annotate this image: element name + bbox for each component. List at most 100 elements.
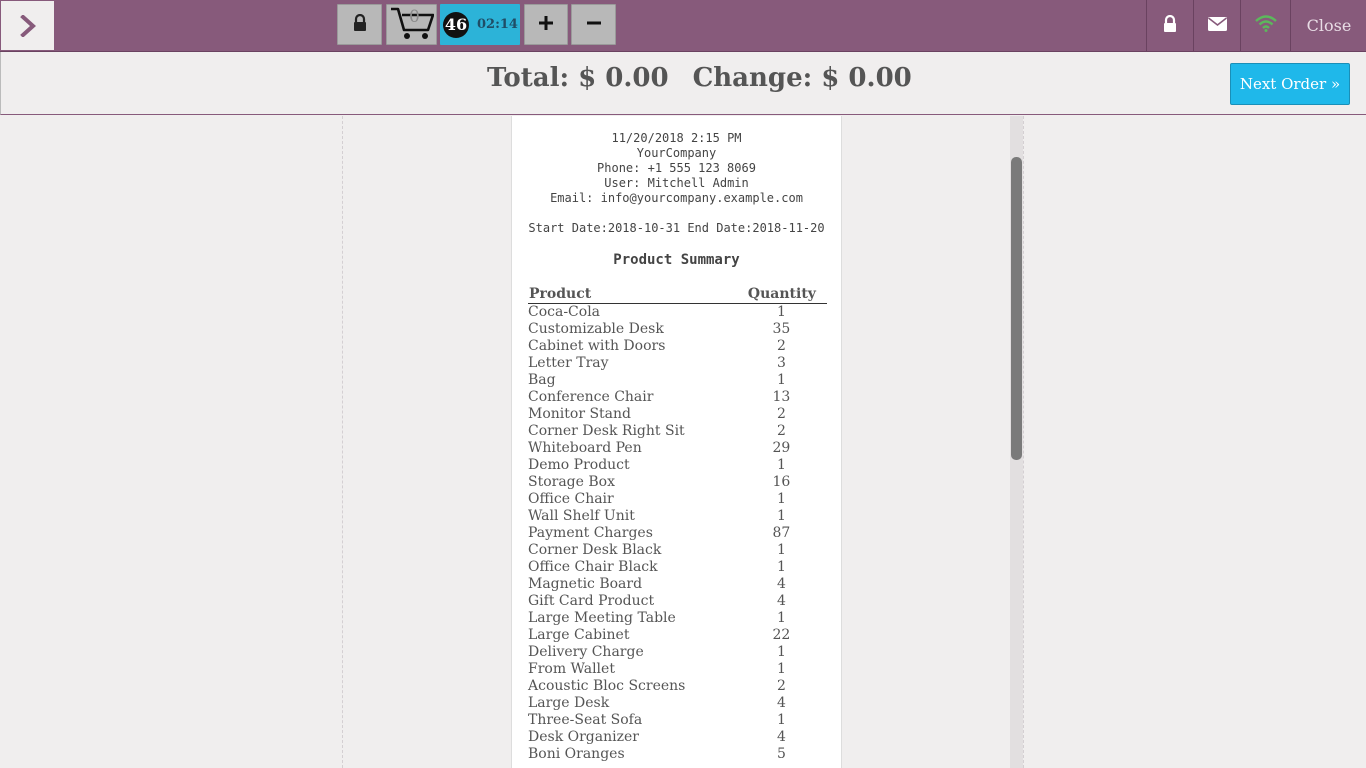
- product-name: Letter Tray: [528, 355, 609, 371]
- receipt-phone: Phone: +1 555 123 8069: [597, 161, 756, 175]
- product-name: Boni Oranges: [528, 746, 625, 762]
- lock-icon: [1162, 14, 1178, 37]
- product-name: Corner Desk Right Sit: [528, 423, 685, 439]
- close-button[interactable]: Close: [1290, 0, 1366, 51]
- envelope-icon: [1207, 16, 1227, 35]
- product-quantity: 87: [772, 525, 791, 541]
- pos-topbar: 0 46 02:14 Close: [0, 0, 1366, 52]
- total-amount: Total: $ 0.00: [487, 63, 669, 93]
- product-name: Wall Shelf Unit: [528, 508, 635, 524]
- product-name: Corner Desk Black: [528, 542, 662, 558]
- product-name: Magnetic Board: [528, 576, 643, 592]
- product-name: Large Meeting Table: [528, 610, 676, 626]
- order-tab-button[interactable]: 46 02:14: [440, 4, 520, 45]
- product-quantity: 2: [776, 406, 786, 422]
- table-row: From Wallet 1: [528, 661, 827, 678]
- product-quantity: 1: [776, 542, 786, 558]
- divider: [342, 116, 343, 768]
- product-quantity: 1: [776, 644, 786, 660]
- product-quantity: 5: [776, 746, 786, 762]
- delete-order-button[interactable]: [571, 4, 616, 45]
- product-quantity: 3: [776, 355, 786, 371]
- product-quantity: 2: [776, 423, 786, 439]
- table-row: Monitor Stand 2: [528, 406, 827, 423]
- product-quantity: 1: [776, 508, 786, 524]
- divider: [1023, 116, 1024, 768]
- product-quantity: 1: [776, 661, 786, 677]
- table-row: Bag 1: [528, 372, 827, 389]
- column-header-product: Product: [528, 286, 736, 304]
- order-number-badge: 46: [443, 11, 469, 38]
- product-name: Bag: [528, 372, 556, 388]
- receipt-screen: 11/20/2018 2:15 PM YourCompany Phone: +1…: [0, 116, 1366, 768]
- product-name: Acoustic Bloc Screens: [528, 678, 686, 694]
- product-quantity: 22: [772, 627, 791, 643]
- table-row: Office Chair Black 1: [528, 559, 827, 576]
- table-row: Large Meeting Table 1: [528, 610, 827, 627]
- receipt-header: 11/20/2018 2:15 PM YourCompany Phone: +1…: [512, 131, 841, 206]
- product-quantity: 1: [776, 457, 786, 473]
- table-row: Large Desk 4: [528, 695, 827, 712]
- table-row: Corner Desk Black 1: [528, 542, 827, 559]
- product-summary-table: Product Quantity Coca-Cola 1 Customizable …: [528, 286, 827, 763]
- product-quantity: 4: [776, 576, 786, 592]
- table-row: Acoustic Bloc Screens 2: [528, 678, 827, 695]
- table-row: Three-Seat Sofa 1: [528, 712, 827, 729]
- table-row: Boni Oranges 5: [528, 746, 827, 763]
- product-name: Cabinet with Doors: [528, 338, 666, 354]
- receipt-company: YourCompany: [636, 146, 717, 160]
- cart-count: 0: [409, 7, 420, 27]
- product-quantity: 1: [776, 712, 786, 728]
- order-time: 02:14: [477, 17, 518, 32]
- next-order-button[interactable]: Next Order »: [1230, 63, 1350, 105]
- product-name: Desk Organizer: [528, 729, 639, 745]
- cart-button[interactable]: 0: [386, 4, 437, 45]
- product-name: Customizable Desk: [528, 321, 664, 337]
- product-quantity: 1: [776, 610, 786, 626]
- table-row: Office Chair 1: [528, 491, 827, 508]
- product-quantity: 4: [776, 729, 786, 745]
- messages-button[interactable]: [1193, 0, 1240, 51]
- column-header-quantity: Quantity: [735, 286, 827, 304]
- lock-screen-button[interactable]: [1146, 0, 1193, 51]
- product-quantity: 2: [776, 678, 786, 694]
- plus-icon: [538, 15, 554, 35]
- lock-icon: [352, 13, 368, 36]
- table-row: Demo Product 1: [528, 457, 827, 474]
- product-name: Delivery Charge: [528, 644, 644, 660]
- product-quantity: 2: [776, 338, 786, 354]
- table-row: Storage Box 16: [528, 474, 827, 491]
- product-quantity: 16: [772, 474, 791, 490]
- menu-toggle-button[interactable]: [1, 1, 54, 50]
- wifi-icon: [1254, 15, 1277, 36]
- product-name: Whiteboard Pen: [528, 440, 642, 456]
- table-row: Customizable Desk 35: [528, 321, 827, 338]
- product-quantity: 1: [776, 304, 786, 320]
- chevron-right-icon: [19, 14, 36, 37]
- table-row: Corner Desk Right Sit 2: [528, 423, 827, 440]
- lock-button[interactable]: [337, 4, 382, 45]
- product-quantity: 13: [772, 389, 791, 405]
- product-name: From Wallet: [528, 661, 615, 677]
- table-row: Gift Card Product 4: [528, 593, 827, 610]
- scrollbar-thumb[interactable]: [1011, 157, 1022, 460]
- table-header-row: Product Quantity: [528, 286, 827, 304]
- product-quantity: 35: [772, 321, 791, 337]
- table-row: Desk Organizer 4: [528, 729, 827, 746]
- product-quantity: 1: [776, 372, 786, 388]
- receipt-email: Email: info@yourcompany.example.com: [550, 191, 803, 205]
- product-name: Large Desk: [528, 695, 610, 711]
- product-name: Large Cabinet: [528, 627, 630, 643]
- receipt-date-range: Start Date:2018-10-31 End Date:2018-11-2…: [528, 221, 825, 235]
- table-row: Magnetic Board 4: [528, 576, 827, 593]
- product-name: Three-Seat Sofa: [528, 712, 643, 728]
- new-order-button[interactable]: [524, 4, 568, 45]
- table-row: Letter Tray 3: [528, 355, 827, 372]
- receipt-user: User: Mitchell Admin: [604, 176, 749, 190]
- connection-status[interactable]: [1240, 0, 1290, 51]
- change-amount: Change: $ 0.00: [692, 63, 912, 93]
- table-row: Delivery Charge 1: [528, 644, 827, 661]
- product-quantity: 4: [776, 695, 786, 711]
- table-row: Cabinet with Doors 2: [528, 338, 827, 355]
- table-row: Conference Chair 13: [528, 389, 827, 406]
